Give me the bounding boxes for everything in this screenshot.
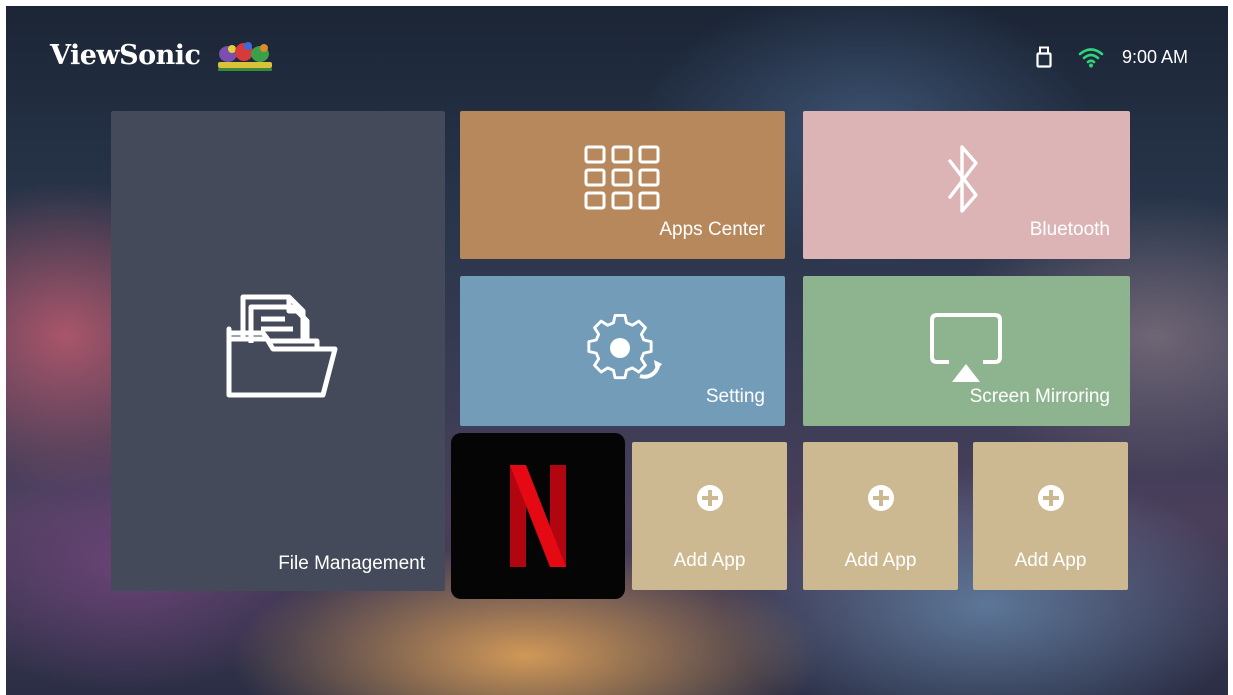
- wifi-icon: [1078, 48, 1104, 68]
- screen-cast-icon: [930, 313, 1002, 382]
- netflix-logo: [510, 465, 566, 567]
- tile-add-app-3[interactable]: Add App: [973, 442, 1128, 590]
- brand-logo-text: ViewSonic: [50, 40, 201, 71]
- tile-setting[interactable]: Setting: [460, 276, 785, 426]
- home-screen: ViewSonic 9:00 AM File Management Apps C…: [6, 6, 1228, 695]
- folder-documents-icon: [226, 294, 338, 398]
- bluetooth-icon: [948, 145, 978, 213]
- status-bar: 9:00 AM: [1036, 44, 1188, 70]
- clock-time: 9:00 AM: [1121, 46, 1188, 67]
- tile-add-app-2[interactable]: Add App: [803, 442, 958, 590]
- usb-drive-icon: [1036, 46, 1052, 68]
- add-app-label: Add App: [673, 550, 746, 571]
- tile-bluetooth[interactable]: Bluetooth: [803, 111, 1130, 259]
- gear-icon: [587, 314, 662, 380]
- tile-screen-mirroring[interactable]: Screen Mirroring: [803, 276, 1130, 426]
- file-management-label: File Management: [278, 553, 425, 574]
- plus-circle-icon: [697, 485, 723, 511]
- plus-circle-icon: [1038, 485, 1064, 511]
- screen-mirroring-label: Screen Mirroring: [969, 386, 1110, 407]
- tile-apps-center[interactable]: Apps Center: [460, 111, 785, 259]
- tile-file-management[interactable]: File Management: [111, 111, 445, 591]
- bluetooth-label: Bluetooth: [1029, 219, 1110, 240]
- plus-circle-icon: [868, 485, 894, 511]
- brand-birds-logo: [218, 42, 272, 71]
- add-app-label: Add App: [1014, 550, 1087, 571]
- add-app-label: Add App: [844, 550, 917, 571]
- setting-label: Setting: [705, 386, 765, 407]
- apps-center-label: Apps Center: [659, 219, 765, 240]
- tile-add-app-1[interactable]: Add App: [632, 442, 787, 590]
- app-grid-icon: [584, 145, 660, 210]
- tile-netflix[interactable]: [451, 433, 625, 599]
